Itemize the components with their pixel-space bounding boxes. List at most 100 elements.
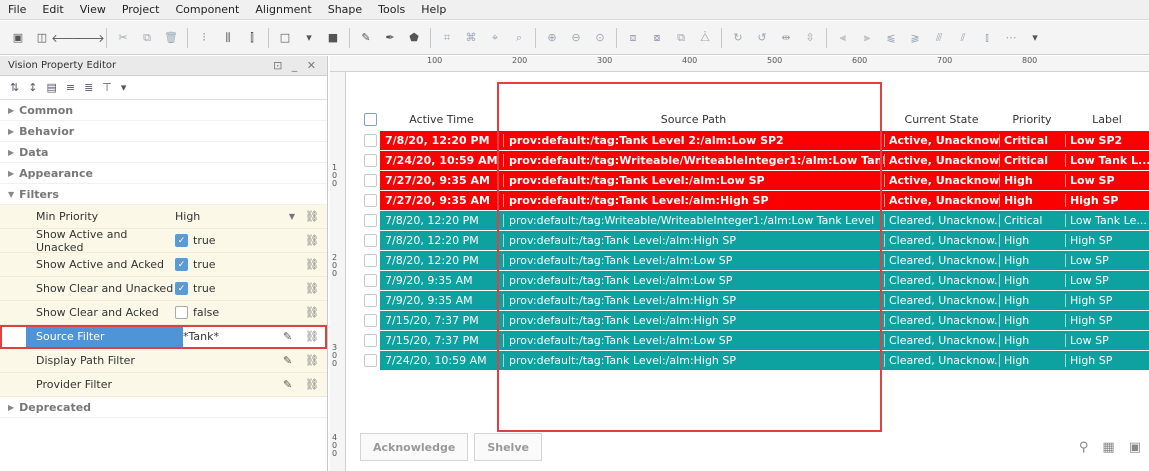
filter-dropdown-icon[interactable]: ▾ <box>121 81 127 94</box>
flip-v-icon[interactable]: ⇳ <box>802 30 818 46</box>
intersect-icon[interactable]: ⌘ <box>463 30 479 46</box>
pen-icon[interactable]: ✒ <box>382 30 398 46</box>
dropdown-icon[interactable]: ▾ <box>301 30 317 46</box>
forward-icon[interactable]: 🡒 <box>75 30 105 46</box>
sort-category-icon[interactable]: ⇅ <box>10 81 19 94</box>
align-left-icon[interactable]: ⫷ <box>835 30 851 46</box>
fill-icon[interactable]: ■ <box>325 30 341 46</box>
row-checkbox[interactable] <box>360 171 380 190</box>
binding-link-icon[interactable]: ⛓ <box>297 306 327 319</box>
binding-link-icon[interactable]: ⛓ <box>297 258 327 271</box>
back-icon[interactable]: 🡐 <box>51 30 81 46</box>
table-row[interactable]: 7/27/20, 9:35 AM prov:default:/tag:Tank L… <box>360 171 1149 191</box>
section-deprecated[interactable]: ▶ Deprecated <box>0 397 327 418</box>
binding-link-icon[interactable]: ⛓ <box>297 378 327 391</box>
cut-icon[interactable]: ✂ <box>115 30 131 46</box>
section-data[interactable]: ▶ Data <box>0 142 327 163</box>
rotate-ccw-icon[interactable]: ↺ <box>754 30 770 46</box>
align-center-icon[interactable]: ⫸ <box>859 30 875 46</box>
table-row[interactable]: 7/24/20, 10:59 AM prov:default:/tag:Tank … <box>360 351 1149 371</box>
table-view-icon[interactable]: ▤ <box>46 81 56 94</box>
subtract-icon[interactable]: ⌕ <box>511 30 527 46</box>
checkbox-checked[interactable]: ✓ <box>175 258 188 271</box>
menu-project[interactable]: Project <box>114 3 168 16</box>
binding-link-icon[interactable]: ⛓ <box>297 354 327 367</box>
menu-tools[interactable]: Tools <box>370 3 413 16</box>
row-checkbox[interactable] <box>360 231 380 250</box>
flip-h-icon[interactable]: ⇹ <box>778 30 794 46</box>
rotate-cw-icon[interactable]: ↻ <box>730 30 746 46</box>
notes-icon[interactable]: ▦ <box>1102 440 1114 455</box>
checkbox-checked[interactable]: ✓ <box>175 282 188 295</box>
align-bottom-icon[interactable]: ⫽ <box>955 30 971 46</box>
group-icon[interactable]: ⧈ <box>625 30 641 46</box>
header-source-path[interactable]: Source Path <box>503 113 884 126</box>
row-checkbox[interactable] <box>360 151 380 170</box>
table-row[interactable]: 7/8/20, 12:20 PM prov:default:/tag:Tank L… <box>360 251 1149 271</box>
acknowledge-button[interactable]: Acknowledge <box>360 433 469 461</box>
menu-alignment[interactable]: Alignment <box>247 3 319 16</box>
shelved-icon[interactable]: ▣ <box>1129 440 1141 455</box>
shape-icon[interactable]: ⬟ <box>406 30 422 46</box>
prop-show-active-acked[interactable]: Show Active and Acked ✓ true ⛓ <box>0 253 327 277</box>
panel-window-controls[interactable]: ⊡ _ ✕ <box>273 59 319 72</box>
pencil-icon[interactable]: ✎ <box>283 378 297 391</box>
union-icon[interactable]: ⌗ <box>439 30 455 46</box>
search-icon[interactable]: ⚲ <box>1079 440 1089 455</box>
row-checkbox[interactable] <box>360 251 380 270</box>
save-all-icon[interactable]: ◫ <box>34 30 50 46</box>
checkbox-unchecked[interactable] <box>175 306 188 319</box>
table-row[interactable]: 7/15/20, 7:37 PM prov:default:/tag:Tank L… <box>360 331 1149 351</box>
prop-show-clear-unacked[interactable]: Show Clear and Unacked ✓ true ⛓ <box>0 277 327 301</box>
row-checkbox[interactable] <box>360 291 380 310</box>
exclude-icon[interactable]: ⌖ <box>487 30 503 46</box>
binding-link-icon[interactable]: ⛓ <box>297 282 327 295</box>
send-back-icon[interactable]: ⧊ <box>697 30 713 46</box>
menu-file[interactable]: File <box>0 3 34 16</box>
binding-link-icon[interactable]: ⛓ <box>297 234 327 247</box>
row-checkbox[interactable] <box>360 351 380 370</box>
header-label[interactable]: Label <box>1065 113 1149 126</box>
table-row[interactable]: 7/8/20, 12:20 PM prov:default:/tag:Tank L… <box>360 231 1149 251</box>
min-priority-select[interactable]: High ▼ <box>175 210 297 223</box>
delete-icon[interactable]: 🗑 <box>163 30 179 46</box>
zoom-out-icon[interactable]: ⊖ <box>568 30 584 46</box>
header-priority[interactable]: Priority <box>999 113 1065 126</box>
sort-alpha-icon[interactable]: ↕ <box>28 81 37 94</box>
section-appearance[interactable]: ▶ Appearance <box>0 163 327 184</box>
section-common[interactable]: ▶ Common <box>0 100 327 121</box>
table-row[interactable]: 7/24/20, 10:59 AM prov:default:/tag:Write… <box>360 151 1149 171</box>
table-row[interactable]: 7/8/20, 12:20 PM prov:default:/tag:Tank L… <box>360 131 1149 151</box>
align-middle-icon[interactable]: ⫻ <box>931 30 947 46</box>
shelve-button[interactable]: Shelve <box>474 433 542 461</box>
filter-icon[interactable]: ⊤ <box>102 81 112 94</box>
menu-component[interactable]: Component <box>167 3 247 16</box>
menu-help[interactable]: Help <box>413 3 454 16</box>
rectangle-icon[interactable]: □ <box>277 30 293 46</box>
binding-link-icon[interactable]: ⛓ <box>297 330 327 343</box>
align-top-icon[interactable]: ⫺ <box>907 30 923 46</box>
prop-provider-filter[interactable]: Provider Filter ✎ ⛓ <box>0 373 327 397</box>
row-checkbox[interactable] <box>360 211 380 230</box>
ungroup-icon[interactable]: ⧇ <box>649 30 665 46</box>
row-checkbox[interactable] <box>360 271 380 290</box>
bring-front-icon[interactable]: ⧉ <box>673 30 689 46</box>
row-checkbox[interactable] <box>360 191 380 210</box>
header-active-time[interactable]: Active Time <box>380 113 503 126</box>
source-filter-input[interactable]: *Tank* <box>183 330 283 343</box>
header-current-state[interactable]: Current State <box>884 113 999 126</box>
expand-all-icon[interactable]: ≡ <box>66 81 75 94</box>
prop-min-priority[interactable]: Min Priority High ▼ ⛓ <box>0 205 327 229</box>
pencil-icon[interactable]: ✎ <box>283 330 297 343</box>
more-icon[interactable]: ⋯ <box>1003 30 1019 46</box>
distribute-icon[interactable]: ⫾ <box>979 30 995 46</box>
select-all-checkbox[interactable] <box>360 108 380 131</box>
row-checkbox[interactable] <box>360 131 380 150</box>
section-filters[interactable]: ▼ Filters <box>0 184 327 205</box>
prop-show-clear-acked[interactable]: Show Clear and Acked false ⛓ <box>0 301 327 325</box>
prop-display-path-filter[interactable]: Display Path Filter ✎ ⛓ <box>0 349 327 373</box>
prop-show-active-unacked[interactable]: Show Active and Unacked ✓ true ⛓ <box>0 228 327 254</box>
align-right-icon[interactable]: ⫹ <box>883 30 899 46</box>
copy-icon[interactable]: ⧉ <box>139 30 155 46</box>
table-row[interactable]: 7/27/20, 9:35 AM prov:default:/tag:Tank L… <box>360 191 1149 211</box>
